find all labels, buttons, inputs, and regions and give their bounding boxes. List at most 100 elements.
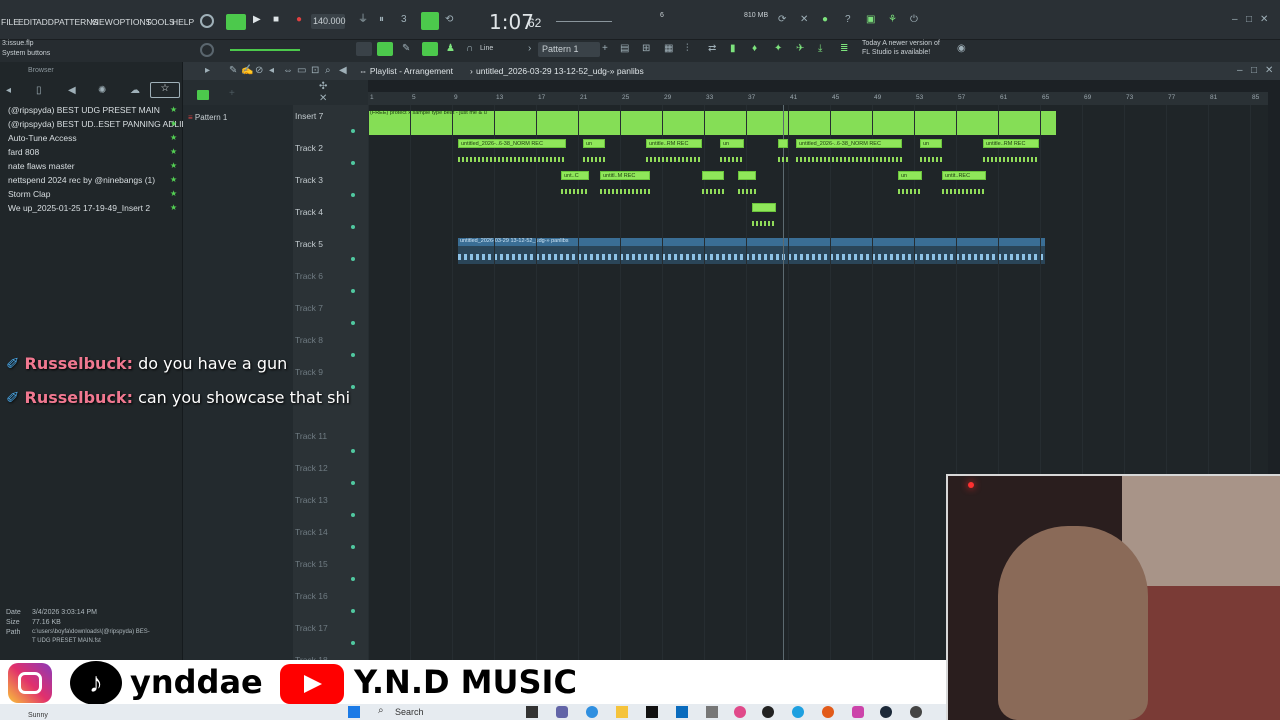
loop-record-icon[interactable]: ⟲ xyxy=(445,14,453,26)
pitch-knob[interactable] xyxy=(200,43,214,57)
master-pitch-slider[interactable] xyxy=(230,49,300,51)
arrow-right-icon[interactable]: › xyxy=(528,43,531,55)
favorites-star-icon[interactable]: ☆ xyxy=(150,82,180,98)
track-name[interactable]: Track 17 xyxy=(295,623,328,633)
mic-icon[interactable]: ● xyxy=(822,14,828,26)
app-icon[interactable] xyxy=(734,706,746,718)
audio-clip[interactable] xyxy=(778,139,788,148)
browser-icon[interactable]: ▮ xyxy=(730,43,736,55)
windows-start-icon[interactable] xyxy=(348,706,360,718)
scroll-up-icon[interactable]: ✣ xyxy=(319,81,327,93)
window-maximize-icon[interactable]: □ xyxy=(1251,65,1257,77)
link-icon[interactable]: ⇄ xyxy=(708,43,716,55)
menu-tools[interactable]: TOOLS xyxy=(146,17,175,27)
audio-clip[interactable]: untitle..RM REC xyxy=(983,139,1039,148)
step-edit-icon[interactable] xyxy=(421,12,439,30)
browser-item[interactable]: We up_2025-01-25 17-19-49_Insert 2 xyxy=(8,203,150,213)
slip-tool-icon[interactable]: ⇔ xyxy=(283,65,293,77)
back-icon[interactable]: ◂ xyxy=(6,85,11,97)
search-icon[interactable]: ⌕ xyxy=(378,705,384,716)
refresh-icon[interactable]: ⟳ xyxy=(778,14,786,26)
discord-icon[interactable] xyxy=(852,706,864,718)
eq-icon[interactable]: ⫶ xyxy=(686,43,689,55)
playlist-menu-icon[interactable]: ▸ xyxy=(205,65,210,77)
mute-tool-icon[interactable]: ◂ xyxy=(269,65,274,77)
playlist-icon[interactable] xyxy=(356,42,372,56)
menu-add[interactable]: ADD xyxy=(36,17,54,27)
master-volume-knob[interactable] xyxy=(200,14,214,28)
track-enable-dot[interactable] xyxy=(351,289,355,293)
help-icon[interactable]: ? xyxy=(845,14,851,26)
track-name[interactable]: Track 14 xyxy=(295,527,328,537)
track-name[interactable]: Track 7 xyxy=(295,303,323,313)
browser-item[interactable]: (@ripspyda) BEST UD..ESET PANNING ADLIBS xyxy=(8,119,193,129)
media-icon[interactable] xyxy=(762,706,774,718)
track-enable-dot[interactable] xyxy=(351,449,355,453)
magnet-icon[interactable]: ∩ xyxy=(466,43,473,55)
playback-tool-icon[interactable]: ◀ xyxy=(339,65,347,77)
audio-clip[interactable]: untitled_2026-..6-38_NORM REC xyxy=(458,139,566,148)
channel-rack-icon[interactable]: ▤ xyxy=(620,43,629,55)
breadcrumb-pattern[interactable]: untitled_2026-03-29 13-12-52_udg-» panli… xyxy=(476,66,644,76)
snap-mode[interactable]: Line xyxy=(480,45,493,52)
menu-file[interactable]: FILE xyxy=(1,17,19,27)
browser-item[interactable]: Auto-Tune Access xyxy=(8,133,77,143)
paint-icon[interactable] xyxy=(422,42,438,56)
maximize-icon[interactable]: □ xyxy=(1246,14,1252,26)
menu-help[interactable]: HELP xyxy=(172,17,194,27)
track-name[interactable]: Insert 7 xyxy=(295,111,323,121)
zoom-tool-icon[interactable]: ⌕ xyxy=(325,65,331,77)
tools-icon[interactable]: ✕ xyxy=(800,14,808,26)
file-explorer-icon[interactable] xyxy=(616,706,628,718)
audio-clip[interactable]: untitl..M REC xyxy=(600,171,650,180)
track-enable-dot[interactable] xyxy=(351,321,355,325)
add-pattern-icon[interactable]: + xyxy=(602,43,608,55)
track-name[interactable]: Track 12 xyxy=(295,463,328,473)
track-name[interactable]: Track 5 xyxy=(295,239,323,249)
taskbar-search[interactable]: Search xyxy=(395,707,424,717)
save-icon[interactable]: ▣ xyxy=(866,14,875,26)
track-enable-dot[interactable] xyxy=(351,641,355,645)
song-mode-icon[interactable] xyxy=(226,14,246,30)
window-close-icon[interactable]: ✕ xyxy=(1265,65,1273,77)
teams-icon[interactable] xyxy=(556,706,568,718)
track-name[interactable]: Track 2 xyxy=(295,143,323,153)
track-enable-dot[interactable] xyxy=(351,545,355,549)
calculator-icon[interactable] xyxy=(706,706,718,718)
track-enable-dot[interactable] xyxy=(351,225,355,229)
arrange-icon[interactable]: ✈ xyxy=(796,43,804,55)
globe-icon[interactable]: ◉ xyxy=(957,43,966,55)
clear-icon[interactable]: ✕ xyxy=(319,93,327,105)
delete-tool-icon[interactable]: ⊘ xyxy=(255,65,263,77)
pattern-selector[interactable]: Pattern 1 xyxy=(538,42,600,57)
track-enable-dot[interactable] xyxy=(351,513,355,517)
audio-clip[interactable] xyxy=(752,203,776,212)
browser-item[interactable]: (@ripspyda) BEST UDG PRESET MAIN xyxy=(8,105,160,115)
audio-clip[interactable] xyxy=(738,171,756,180)
mixer-icon[interactable]: ⊞ xyxy=(642,43,650,55)
stop-icon[interactable]: ■ xyxy=(273,14,279,26)
paint-tool-icon[interactable]: ✍ xyxy=(241,65,253,77)
track-enable-dot[interactable] xyxy=(351,161,355,165)
folder-icon[interactable]: ▯ xyxy=(36,85,42,97)
track-name[interactable]: Track 6 xyxy=(295,271,323,281)
record-icon[interactable]: ● xyxy=(296,14,302,26)
track-enable-dot[interactable] xyxy=(351,385,355,389)
terminal-icon[interactable] xyxy=(646,706,658,718)
audio-clip[interactable]: un xyxy=(898,171,922,180)
speaker-icon[interactable]: ◀ xyxy=(68,85,76,97)
track-enable-dot[interactable] xyxy=(351,257,355,261)
menu-view[interactable]: VIEW xyxy=(91,17,113,27)
track-enable-dot[interactable] xyxy=(351,481,355,485)
countdown-icon[interactable]: 3 xyxy=(401,14,407,26)
people-icon[interactable]: ✦ xyxy=(774,43,782,55)
stamp-icon[interactable]: ♟ xyxy=(446,43,455,55)
task-view-icon[interactable] xyxy=(526,706,538,718)
store-icon[interactable] xyxy=(676,706,688,718)
pattern-picker-icon[interactable] xyxy=(197,90,209,100)
draw-icon[interactable]: ✎ xyxy=(402,43,410,55)
metronome-icon[interactable]: ⏚ xyxy=(358,14,368,26)
news-icon[interactable]: ≣ xyxy=(840,43,848,55)
track-enable-dot[interactable] xyxy=(351,609,355,613)
audio-clip[interactable]: untitled_2026-..6-38_NORM REC xyxy=(796,139,902,148)
